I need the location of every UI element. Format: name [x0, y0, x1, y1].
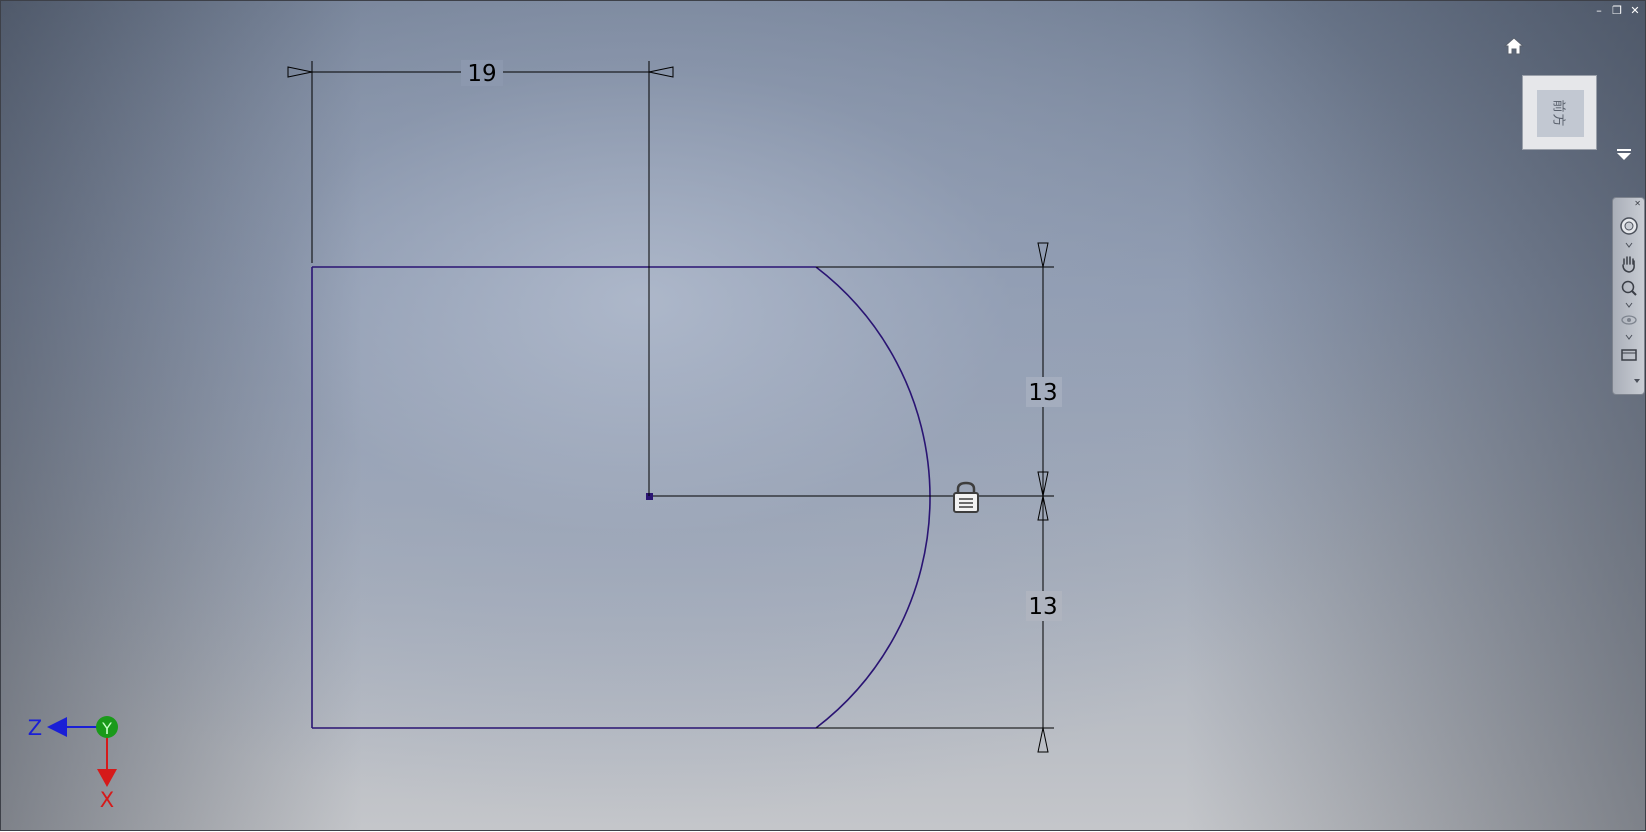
- look-at-icon[interactable]: [1619, 344, 1639, 364]
- viewcube[interactable]: 前方: [1522, 75, 1597, 150]
- dimension-upper-text[interactable]: 13: [1028, 380, 1057, 406]
- navigation-bar: ✕: [1612, 197, 1645, 395]
- viewcube-face-label: 前方: [1550, 99, 1566, 128]
- dimension-lower-text[interactable]: 13: [1028, 594, 1057, 620]
- navbar-close-icon[interactable]: ✕: [1634, 199, 1641, 208]
- lock-icon[interactable]: [953, 481, 979, 513]
- close-button[interactable]: ✕: [1629, 5, 1641, 17]
- z-axis-arrow: [47, 717, 67, 737]
- chevron-down-icon[interactable]: [1625, 334, 1633, 340]
- orbit-icon[interactable]: [1619, 310, 1639, 330]
- x-axis-arrow: [97, 769, 117, 787]
- chevron-down-icon[interactable]: [1625, 302, 1633, 308]
- triad-z-label: Z: [28, 716, 42, 740]
- graphics-viewport[interactable]: – ❐ ✕ 前方 ✕ 19 13 13 Y Z X: [0, 0, 1646, 831]
- restore-button[interactable]: ❐: [1611, 5, 1623, 17]
- profile-arc[interactable]: [815, 266, 931, 729]
- viewcube-front-face[interactable]: 前方: [1537, 90, 1584, 137]
- minimize-button[interactable]: –: [1593, 5, 1605, 17]
- coordinate-triad: Y Z X: [28, 716, 118, 812]
- triad-y-label: Y: [101, 719, 112, 738]
- chevron-down-icon[interactable]: [1625, 242, 1633, 248]
- sketch-canvas[interactable]: 19 13 13 Y Z X: [1, 1, 1646, 832]
- triad-x-label: X: [100, 788, 114, 812]
- zoom-icon[interactable]: [1619, 278, 1639, 298]
- home-icon[interactable]: [1503, 35, 1525, 57]
- pan-hand-icon[interactable]: [1619, 254, 1639, 274]
- navbar-options-icon[interactable]: [1633, 378, 1641, 384]
- dimension-width-text[interactable]: 19: [467, 61, 496, 87]
- window-controls: – ❐ ✕: [1593, 5, 1641, 17]
- full-navigation-wheel-icon[interactable]: [1619, 216, 1639, 236]
- menu-triangle-icon[interactable]: [1615, 147, 1633, 161]
